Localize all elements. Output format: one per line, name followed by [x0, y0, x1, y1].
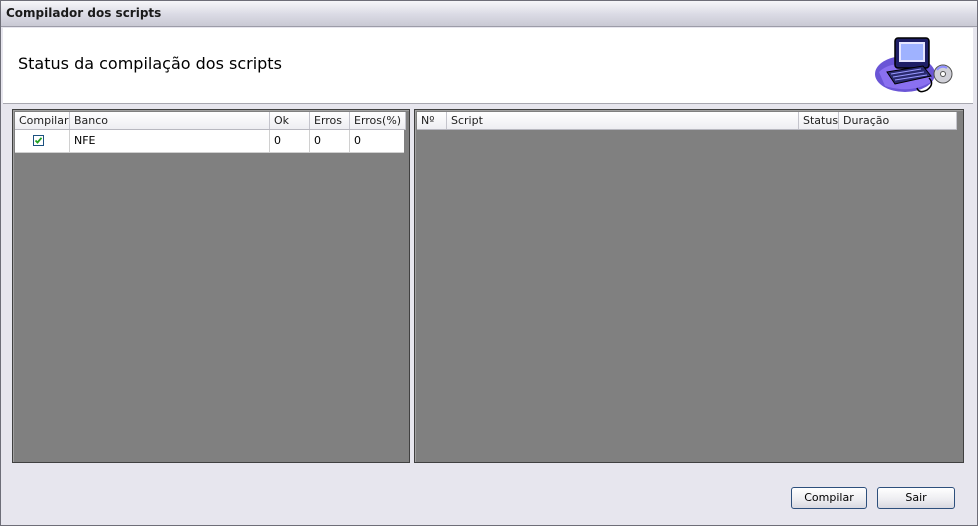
column-header-duration[interactable]: Duração — [839, 112, 957, 129]
errors-cell: 0 — [310, 130, 350, 152]
column-header-status[interactable]: Status — [799, 112, 839, 129]
column-header-compile[interactable]: Compilar — [15, 112, 70, 129]
bank-cell: NFE — [70, 130, 270, 152]
column-header-ok[interactable]: Ok — [270, 112, 310, 129]
column-header-errors[interactable]: Erros — [310, 112, 350, 129]
table-row[interactable]: NFE 0 0 0 — [15, 130, 404, 153]
compile-cell[interactable] — [15, 130, 70, 152]
compile-button[interactable]: Compilar — [791, 487, 867, 509]
column-header-script[interactable]: Script — [447, 112, 799, 129]
scripts-grid[interactable]: Nº Script Status Duração — [414, 109, 964, 463]
errors-pct-cell: 0 — [354, 134, 361, 147]
ok-cell: 0 — [270, 130, 310, 152]
compile-checkbox[interactable] — [33, 135, 44, 146]
page-title: Status da compilação dos scripts — [18, 54, 282, 73]
exit-button[interactable]: Sair — [877, 487, 955, 509]
header-panel: Status da compilação dos scripts — [3, 28, 973, 104]
window-title: Compilador dos scripts — [6, 6, 162, 20]
database-grid[interactable]: Compilar Banco Ok Erros Erros(%) NFE 0 0… — [12, 109, 410, 463]
column-header-number[interactable]: Nº — [417, 112, 447, 129]
computer-icon — [871, 32, 957, 96]
compiler-window: Compilador dos scripts Status da compila… — [0, 0, 978, 526]
title-bar[interactable]: Compilador dos scripts — [1, 1, 977, 27]
scripts-grid-header: Nº Script Status Duração — [417, 112, 957, 130]
column-header-bank[interactable]: Banco — [70, 112, 270, 129]
database-grid-header: Compilar Banco Ok Erros Erros(%) — [15, 112, 406, 130]
column-header-errors-pct[interactable]: Erros(%) — [350, 112, 406, 129]
